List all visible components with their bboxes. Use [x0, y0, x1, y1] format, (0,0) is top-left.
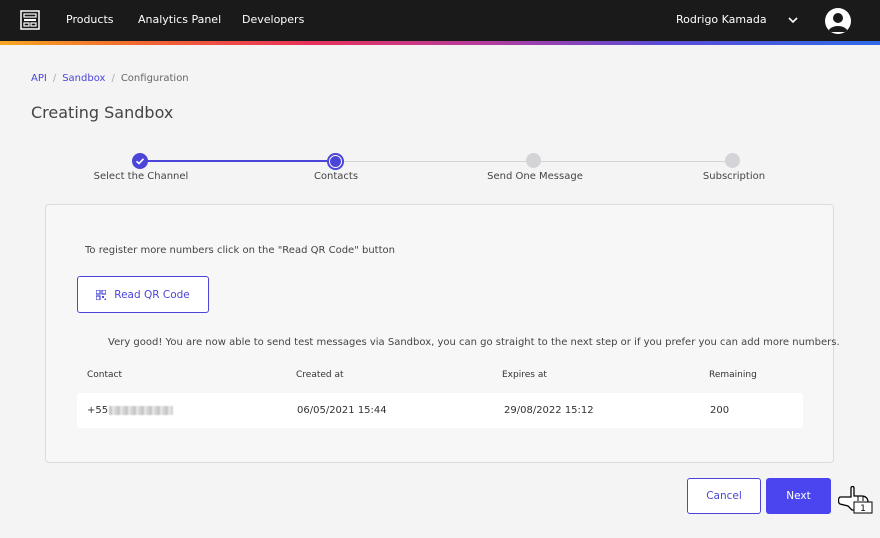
brand-gradient-bar: [0, 41, 880, 45]
breadcrumb-sandbox[interactable]: Sandbox: [62, 73, 105, 84]
breadcrumb-separator: /: [111, 73, 115, 84]
success-message: Very good! You are now able to send test…: [108, 337, 840, 348]
avatar[interactable]: [825, 8, 851, 34]
logo-icon[interactable]: [20, 10, 40, 30]
contact-prefix: +55: [87, 405, 109, 416]
nav-analytics-panel[interactable]: Analytics Panel: [138, 13, 221, 26]
cursor-badge-number: 1: [860, 504, 866, 514]
stepper-progress-line: [140, 160, 336, 162]
nav-products[interactable]: Products: [66, 13, 114, 26]
cell-created-at: 06/05/2021 15:44: [297, 405, 387, 416]
step-1-complete-dot[interactable]: [132, 153, 148, 169]
read-qr-code-button[interactable]: Read QR Code: [77, 276, 209, 313]
step-label-send-message: Send One Message: [487, 171, 583, 182]
read-qr-code-label: Read QR Code: [114, 288, 190, 301]
redacted-number: [109, 405, 174, 415]
cancel-button[interactable]: Cancel: [687, 478, 761, 514]
step-label-select-channel: Select the Channel: [93, 171, 189, 182]
next-button[interactable]: Next: [766, 478, 831, 514]
breadcrumb-separator: /: [52, 73, 57, 84]
check-icon: [135, 158, 145, 165]
step-2-current-dot[interactable]: [327, 153, 344, 170]
step-label-contacts: Contacts: [313, 171, 359, 182]
step-4-dot[interactable]: [725, 153, 740, 168]
cell-expires-at: 29/08/2022 15:12: [504, 405, 594, 416]
step-3-dot[interactable]: [526, 153, 541, 168]
cell-remaining: 200: [710, 405, 730, 416]
column-header-created-at: Created at: [296, 370, 344, 380]
qr-code-icon: [96, 289, 107, 300]
breadcrumb: API / Sandbox / Configuration: [31, 73, 189, 84]
cell-contact: +55: [87, 405, 174, 416]
step-label-subscription: Subscription: [702, 171, 766, 182]
column-header-remaining: Remaining: [709, 370, 757, 380]
hand-pointer-icon: 1: [838, 485, 873, 514]
column-header-contact: Contact: [87, 370, 123, 380]
column-header-expires-at: Expires at: [502, 370, 547, 380]
nav-developers[interactable]: Developers: [242, 13, 304, 26]
top-navbar: Products Analytics Panel Developers Rodr…: [0, 0, 880, 41]
chevron-down-icon[interactable]: [787, 14, 799, 26]
breadcrumb-api[interactable]: API: [31, 73, 47, 84]
user-name[interactable]: Rodrigo Kamada: [676, 13, 767, 26]
register-info-text: To register more numbers click on the "R…: [85, 245, 395, 256]
user-icon: [828, 13, 848, 32]
breadcrumb-configuration: Configuration: [120, 73, 189, 84]
table-row[interactable]: [77, 393, 803, 428]
page-title: Creating Sandbox: [31, 103, 174, 122]
